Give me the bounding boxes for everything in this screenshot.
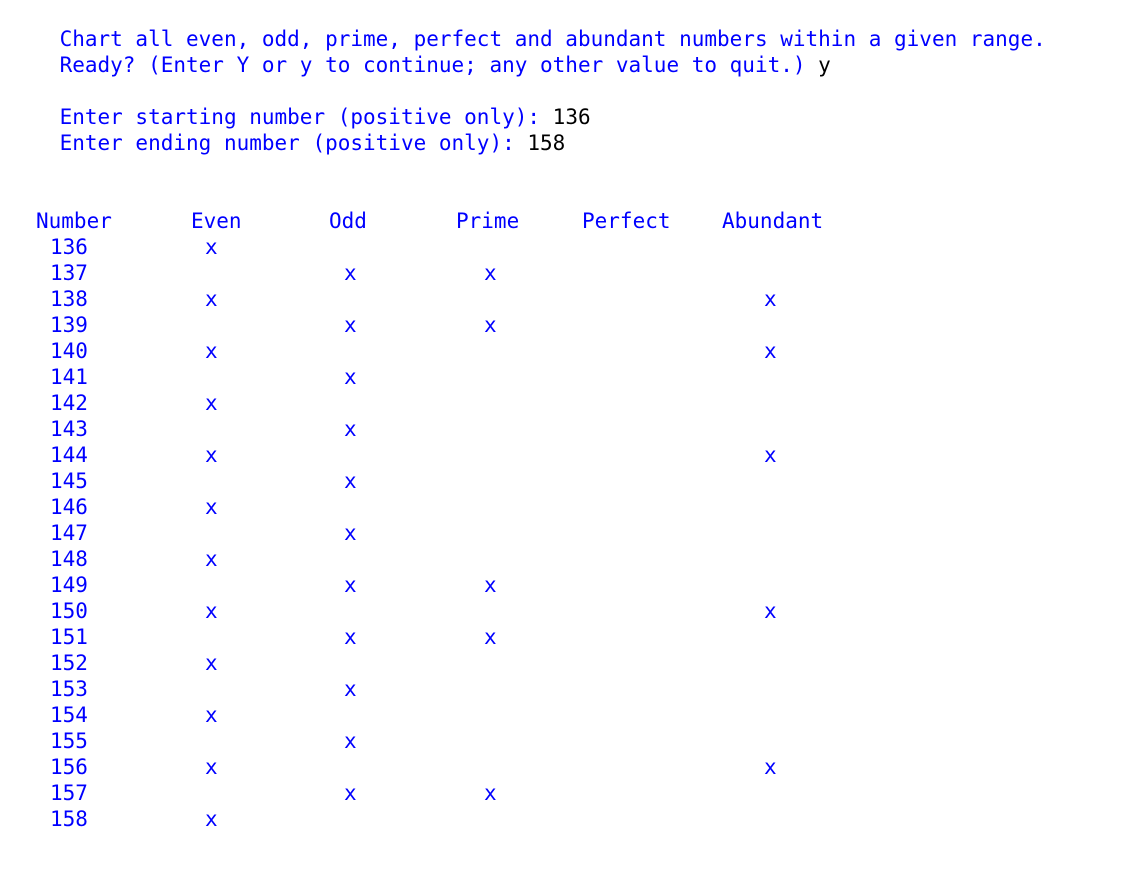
mark-odd: x: [344, 521, 357, 545]
mark-even: x: [205, 599, 218, 623]
mark-odd: x: [344, 417, 357, 441]
row-number: 151: [50, 625, 88, 649]
intro-line: Chart all even, odd, prime, perfect and …: [9, 0, 1046, 51]
start-prompt-line: Enter starting number (positive only): 1…: [9, 78, 591, 129]
header-odd: Odd: [329, 209, 367, 233]
mark-abundant: x: [764, 443, 777, 467]
mark-even: x: [205, 807, 218, 831]
mark-even: x: [205, 443, 218, 467]
row-number: 137: [50, 261, 88, 285]
mark-odd: x: [344, 261, 357, 285]
row-number: 139: [50, 313, 88, 337]
mark-abundant: x: [764, 755, 777, 779]
mark-odd: x: [344, 781, 357, 805]
mark-even: x: [205, 339, 218, 363]
header-abundant: Abundant: [722, 209, 824, 233]
row-number: 156: [50, 755, 88, 779]
header-perfect: Perfect: [582, 209, 671, 233]
mark-odd: x: [344, 469, 357, 493]
mark-prime: x: [484, 625, 497, 649]
ready-prompt-line: Ready? (Enter Y or y to continue; any ot…: [9, 26, 831, 77]
mark-even: x: [205, 703, 218, 727]
mark-odd: x: [344, 573, 357, 597]
row-number: 158: [50, 807, 88, 831]
row-number: 153: [50, 677, 88, 701]
row-number: 148: [50, 547, 88, 571]
mark-prime: x: [484, 313, 497, 337]
row-number: 150: [50, 599, 88, 623]
row-number: 157: [50, 781, 88, 805]
row-number: 140: [50, 339, 88, 363]
row-number: 143: [50, 417, 88, 441]
mark-odd: x: [344, 313, 357, 337]
ready-prompt-text: Ready? (Enter Y or y to continue; any ot…: [59, 53, 819, 77]
end-prompt-line: Enter ending number (positive only): 158: [9, 104, 566, 155]
mark-even: x: [205, 287, 218, 311]
mark-abundant: x: [764, 287, 777, 311]
mark-even: x: [205, 755, 218, 779]
row-number: 152: [50, 651, 88, 675]
row-number: 141: [50, 365, 88, 389]
mark-odd: x: [344, 625, 357, 649]
row-number: 145: [50, 469, 88, 493]
ready-input-value[interactable]: y: [818, 53, 831, 77]
header-prime: Prime: [456, 209, 520, 233]
row-number: 155: [50, 729, 88, 753]
row-number: 146: [50, 495, 88, 519]
mark-even: x: [205, 547, 218, 571]
row-number: 149: [50, 573, 88, 597]
row-number: 147: [50, 521, 88, 545]
row-number: 154: [50, 703, 88, 727]
mark-abundant: x: [764, 599, 777, 623]
end-prompt-text: Enter ending number (positive only):: [59, 131, 528, 155]
mark-abundant: x: [764, 339, 777, 363]
row-number: 142: [50, 391, 88, 415]
header-even: Even: [191, 209, 242, 233]
mark-even: x: [205, 495, 218, 519]
terminal-output: Chart all even, odd, prime, perfect and …: [9, 0, 1136, 872]
row-number: 138: [50, 287, 88, 311]
header-number: Number: [36, 209, 112, 233]
mark-odd: x: [344, 677, 357, 701]
mark-prime: x: [484, 573, 497, 597]
mark-even: x: [205, 651, 218, 675]
mark-prime: x: [484, 261, 497, 285]
mark-even: x: [205, 235, 218, 259]
row-number: 144: [50, 443, 88, 467]
mark-odd: x: [344, 729, 357, 753]
row-number: 136: [50, 235, 88, 259]
end-input-value[interactable]: 158: [527, 131, 565, 155]
mark-even: x: [205, 391, 218, 415]
mark-odd: x: [344, 365, 357, 389]
mark-prime: x: [484, 781, 497, 805]
